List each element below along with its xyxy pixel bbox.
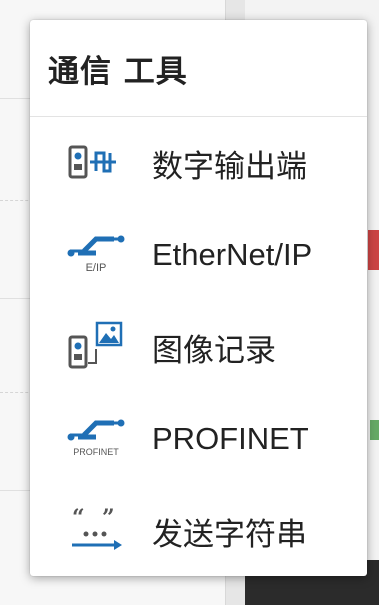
menu-item-send-string[interactable]: “ ” 发送字符串 [30,485,367,577]
menu-item-digital-output[interactable]: 数字输出端 [30,117,367,209]
send-string-icon: “ ” [66,501,126,561]
tools-menu: 数字输出端 E/IP EtherNet/IP 图像记录 PROFINET PRO… [30,117,367,577]
menu-item-label: PROFINET [152,421,309,456]
popup-header: 通信 工具 [30,20,367,117]
popup-title: 通信 工具 [48,53,188,90]
digital-output-icon [66,133,126,193]
ethernet-ip-icon-caption: E/IP [86,262,107,274]
svg-text:”: ” [102,505,115,531]
svg-text:“: “ [72,505,85,531]
menu-item-label: 数字输出端 [152,148,307,184]
menu-item-image-record[interactable]: 图像记录 [30,301,367,393]
menu-item-label: 发送字符串 [152,516,307,552]
menu-item-label: EtherNet/IP [152,237,313,272]
menu-item-profinet[interactable]: PROFINET PROFINET [30,393,367,485]
background-accent [368,230,379,270]
image-record-icon [66,317,126,377]
menu-item-label: 图像记录 [152,332,276,368]
communication-tools-popup: 通信 工具 数字输出端 E/IP EtherNet/IP 图像记录 PROFIN… [30,20,367,576]
profinet-icon-caption: PROFINET [73,447,119,457]
ethernet-ip-icon: E/IP [66,225,126,285]
background-accent [370,420,379,440]
menu-item-ethernet-ip[interactable]: E/IP EtherNet/IP [30,209,367,301]
profinet-icon: PROFINET [66,409,126,469]
